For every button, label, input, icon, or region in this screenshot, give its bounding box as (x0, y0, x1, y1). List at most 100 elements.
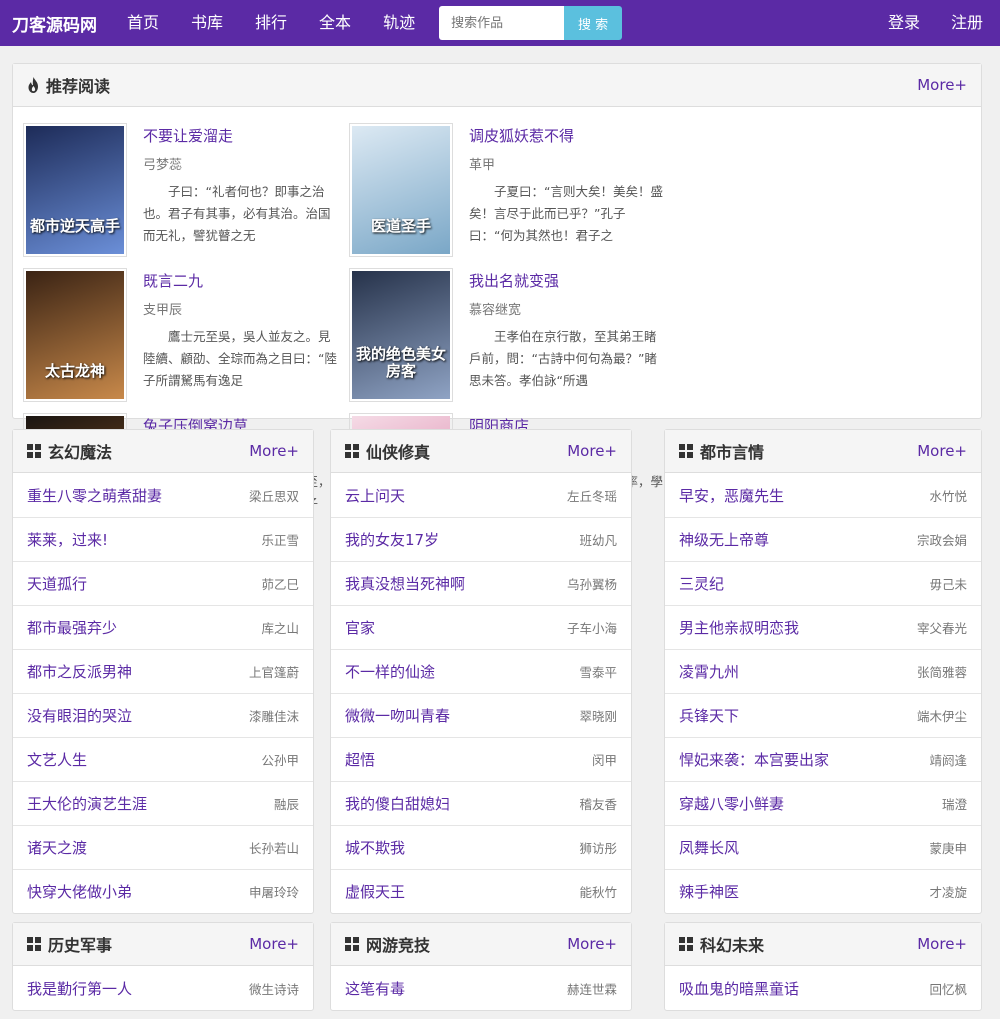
list-item[interactable]: 超悟 闵甲 (331, 737, 631, 781)
list-item[interactable]: 城不欺我 狮访彤 (331, 825, 631, 869)
list-item[interactable]: 重生八零之萌煮甜妻 梁丘思双 (13, 473, 313, 517)
novel-title-link[interactable]: 这笔有毒 (345, 978, 405, 999)
list-item[interactable]: 天道孤行 茆乙巳 (13, 561, 313, 605)
novel-title-link[interactable]: 都市最强弃少 (27, 617, 117, 638)
category-more-link[interactable]: More+ (249, 935, 299, 953)
nav-completed[interactable]: 全本 (303, 0, 367, 46)
novel-title-link[interactable]: 我的女友17岁 (345, 529, 439, 550)
novel-title-link[interactable]: 没有眼泪的哭泣 (27, 705, 132, 726)
list-item[interactable]: 莱莱，过来! 乐正雪 (13, 517, 313, 561)
novel-title-link[interactable]: 超悟 (345, 749, 375, 770)
novel-title-link[interactable]: 悍妃来袭：本宫要出家 (679, 749, 829, 770)
novel-title-link[interactable]: 诸天之渡 (27, 837, 87, 858)
list-item[interactable]: 我真没想当死神啊 乌孙翼杨 (331, 561, 631, 605)
list-item[interactable]: 虚假天王 能秋竹 (331, 869, 631, 913)
list-item[interactable]: 文艺人生 公孙甲 (13, 737, 313, 781)
novel-title-link[interactable]: 穿越八零小鲜妻 (679, 793, 784, 814)
novel-title-link[interactable]: 莱莱，过来! (27, 529, 108, 550)
list-item[interactable]: 我是勤行第一人 微生诗诗 (13, 966, 313, 1010)
list-item[interactable]: 辣手神医 才凌旋 (665, 869, 981, 913)
book-cover[interactable]: 医道圣手 (349, 123, 453, 257)
book-cover[interactable]: 都市逆天高手 (23, 123, 127, 257)
novel-title-link[interactable]: 凌霄九州 (679, 661, 739, 682)
novel-title-link[interactable]: 官家 (345, 617, 375, 638)
category-title: 玄幻魔法 (27, 439, 112, 463)
list-item[interactable]: 我的傻白甜媳妇 稽友香 (331, 781, 631, 825)
login-link[interactable]: 登录 (874, 0, 937, 46)
list-item[interactable]: 神级无上帝尊 宗政会娟 (665, 517, 981, 561)
book-title-link[interactable]: 调皮狐妖惹不得 (469, 125, 665, 146)
book-cover[interactable]: 我的绝色美女房客 (349, 268, 453, 402)
list-item[interactable]: 官家 子车小海 (331, 605, 631, 649)
book-title-link[interactable]: 不要让爱溜走 (143, 125, 339, 146)
novel-title-link[interactable]: 文艺人生 (27, 749, 87, 770)
nav-library[interactable]: 书库 (175, 0, 239, 46)
book-author: 弓梦蕊 (143, 158, 183, 173)
list-item[interactable]: 兵锋天下 端木伊尘 (665, 693, 981, 737)
list-item[interactable]: 三灵纪 毋己未 (665, 561, 981, 605)
list-item[interactable]: 都市之反派男神 上官篷蔚 (13, 649, 313, 693)
novel-author: 雪泰平 (579, 665, 617, 680)
list-item[interactable]: 凌霄九州 张简雅蓉 (665, 649, 981, 693)
site-logo[interactable]: 刀客源码网 (12, 11, 97, 36)
category-more-link[interactable]: More+ (567, 935, 617, 953)
novel-title-link[interactable]: 吸血鬼的暗黑童话 (679, 978, 799, 999)
list-item[interactable]: 不一样的仙途 雪泰平 (331, 649, 631, 693)
list-item[interactable]: 云上问天 左丘冬瑶 (331, 473, 631, 517)
nav-home[interactable]: 首页 (111, 0, 175, 46)
category-more-link[interactable]: More+ (917, 442, 967, 460)
book-card: 都市逆天高手 不要让爱溜走 弓梦蕊 子曰：“礼者何也？即事之治也。君子有其事，必… (23, 123, 349, 268)
book-title-link[interactable]: 既言二九 (143, 270, 339, 291)
novel-title-link[interactable]: 不一样的仙途 (345, 661, 435, 682)
book-card: 我的绝色美女房客 我出名就变强 慕容继宽 王孝伯在京行散，至其弟王睹戶前，問：“… (349, 268, 675, 413)
category-more-link[interactable]: More+ (249, 442, 299, 460)
novel-title-link[interactable]: 云上问天 (345, 485, 405, 506)
list-item[interactable]: 诸天之渡 长孙若山 (13, 825, 313, 869)
list-item[interactable]: 穿越八零小鲜妻 瑞澄 (665, 781, 981, 825)
category-more-link[interactable]: More+ (567, 442, 617, 460)
nav-history[interactable]: 轨迹 (367, 0, 431, 46)
novel-title-link[interactable]: 神级无上帝尊 (679, 529, 769, 550)
novel-title-link[interactable]: 早安，恶魔先生 (679, 485, 784, 506)
novel-title-link[interactable]: 凤舞长风 (679, 837, 739, 858)
list-item[interactable]: 我的女友17岁 班幼凡 (331, 517, 631, 561)
novel-title-link[interactable]: 快穿大佬做小弟 (27, 881, 132, 902)
novel-title-link[interactable]: 我真没想当死神啊 (345, 573, 465, 594)
list-item[interactable]: 悍妃来袭：本宫要出家 靖阏逢 (665, 737, 981, 781)
list-item[interactable]: 微微一吻叫青春 翠晓刚 (331, 693, 631, 737)
novel-title-link[interactable]: 重生八零之萌煮甜妻 (27, 485, 162, 506)
list-item[interactable]: 男主他亲叔明恋我 宰父春光 (665, 605, 981, 649)
novel-title-link[interactable]: 王大伦的演艺生涯 (27, 793, 147, 814)
list-item[interactable]: 王大伦的演艺生涯 融辰 (13, 781, 313, 825)
book-title-link[interactable]: 我出名就变强 (469, 270, 665, 291)
novel-title-link[interactable]: 城不欺我 (345, 837, 405, 858)
list-item[interactable]: 都市最强弃少 库之山 (13, 605, 313, 649)
novel-title-link[interactable]: 天道孤行 (27, 573, 87, 594)
register-link[interactable]: 注册 (937, 0, 1000, 46)
novel-title-link[interactable]: 虚假天王 (345, 881, 405, 902)
novel-title-link[interactable]: 我的傻白甜媳妇 (345, 793, 450, 814)
novel-title-link[interactable]: 都市之反派男神 (27, 661, 132, 682)
book-cover[interactable]: 太古龙神 (23, 268, 127, 402)
list-item[interactable]: 吸血鬼的暗黑童话 回忆枫 (665, 966, 981, 1010)
nav-ranking[interactable]: 排行 (239, 0, 303, 46)
recommend-more-link[interactable]: More+ (917, 76, 967, 94)
novel-title-link[interactable]: 兵锋天下 (679, 705, 739, 726)
search-input[interactable] (439, 6, 565, 40)
cover-image: 都市逆天高手 (26, 126, 124, 254)
category-panel: 历史军事 More+ 我是勤行第一人 微生诗诗 (12, 922, 314, 1011)
list-item[interactable]: 凤舞长风 蒙庚申 (665, 825, 981, 869)
novel-title-link[interactable]: 辣手神医 (679, 881, 739, 902)
category-title-text: 玄幻魔法 (48, 443, 113, 462)
category-more-link[interactable]: More+ (917, 935, 967, 953)
novel-title-link[interactable]: 我是勤行第一人 (27, 978, 132, 999)
cover-image: 我的绝色美女房客 (352, 271, 450, 399)
novel-title-link[interactable]: 微微一吻叫青春 (345, 705, 450, 726)
novel-title-link[interactable]: 三灵纪 (679, 573, 724, 594)
list-item[interactable]: 没有眼泪的哭泣 漆雕佳沫 (13, 693, 313, 737)
search-button[interactable]: 搜 索 (564, 6, 623, 40)
list-item[interactable]: 早安，恶魔先生 水竹悦 (665, 473, 981, 517)
list-item[interactable]: 快穿大佬做小弟 申屠玲玲 (13, 869, 313, 913)
novel-title-link[interactable]: 男主他亲叔明恋我 (679, 617, 799, 638)
list-item[interactable]: 这笔有毒 赫连世霖 (331, 966, 631, 1010)
